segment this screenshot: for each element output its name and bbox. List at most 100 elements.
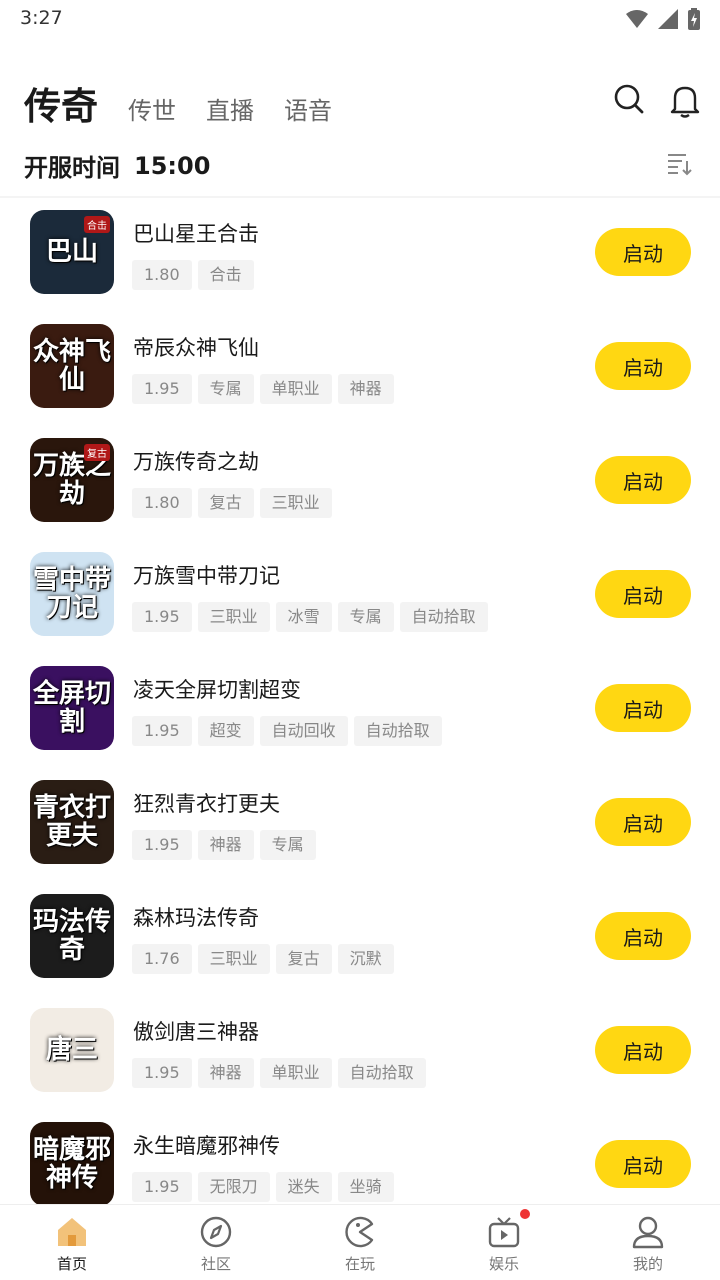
game-feature-tag: 沉默 bbox=[337, 944, 394, 974]
nav-item-community[interactable]: 社区 bbox=[144, 1205, 288, 1280]
game-version-tag: 1.76 bbox=[132, 944, 192, 974]
game-feature-tag: 单职业 bbox=[259, 1058, 332, 1088]
launch-button[interactable]: 启动 bbox=[595, 1026, 691, 1074]
launch-button[interactable]: 启动 bbox=[595, 798, 691, 846]
game-version-tag: 1.80 bbox=[132, 260, 192, 290]
game-list: 巴山 合击 巴山星王合击 1.80 合击 启动 众神飞仙 帝辰众神飞仙 1.95 专属 单职业 神器启… bbox=[0, 198, 720, 1204]
game-title: 万族传奇之劫 bbox=[133, 450, 259, 474]
game-feature-tag: 冰雪 bbox=[275, 602, 332, 632]
game-feature-tag: 坐骑 bbox=[337, 1172, 394, 1202]
game-feature-tag: 三职业 bbox=[197, 944, 270, 974]
nav-item-entertainment[interactable]: 娱乐 bbox=[432, 1205, 576, 1280]
game-title: 万族雪中带刀记 bbox=[133, 564, 280, 588]
nav-label-home: 首页 bbox=[56, 1255, 87, 1273]
launch-button[interactable]: 启动 bbox=[595, 228, 691, 276]
game-icon[interactable]: 全屏切割 bbox=[30, 666, 114, 750]
nav-item-home[interactable]: 首页 bbox=[0, 1205, 144, 1280]
game-title: 帝辰众神飞仙 bbox=[133, 336, 259, 360]
sort-icon[interactable] bbox=[666, 152, 692, 176]
wifi-icon bbox=[626, 10, 648, 28]
game-feature-tag: 复古 bbox=[275, 944, 332, 974]
launch-button[interactable]: 启动 bbox=[595, 570, 691, 618]
game-icon[interactable]: 巴山 合击 bbox=[30, 210, 114, 294]
game-list-item[interactable]: 青衣打更夫 狂烈青衣打更夫 1.95 神器 专属 启动 bbox=[0, 768, 720, 882]
nav-label-community: 社区 bbox=[200, 1255, 231, 1273]
launch-button[interactable]: 启动 bbox=[595, 912, 691, 960]
game-version-tag: 1.95 bbox=[132, 1058, 192, 1088]
game-icon[interactable]: 青衣打更夫 bbox=[30, 780, 114, 864]
launch-button[interactable]: 启动 bbox=[595, 1140, 691, 1188]
game-title: 森林玛法传奇 bbox=[133, 906, 259, 930]
game-feature-tag: 迷失 bbox=[275, 1172, 332, 1202]
game-tags: 1.95 神器 专属 bbox=[132, 830, 316, 860]
game-list-item[interactable]: 万族之劫 复古 万族传奇之劫 1.80 复古 三职业 启动 bbox=[0, 426, 720, 540]
game-icon-artwork: 众神飞仙 bbox=[32, 337, 111, 395]
game-feature-tag: 复古 bbox=[197, 488, 254, 518]
game-version-tag: 1.95 bbox=[132, 374, 192, 404]
tab-chuanqi[interactable]: 传奇 bbox=[24, 76, 98, 130]
game-list-item[interactable]: 玛法传奇 森林玛法传奇 1.76 三职业 复古 沉默 启动 bbox=[0, 882, 720, 996]
game-icon-artwork: 暗魔邪神传 bbox=[32, 1135, 111, 1193]
app-screen: 3:27 传奇 传世 直播 语音 开服时间 15:00 巴山 合击 巴山星王合击… bbox=[0, 0, 720, 1280]
game-feature-tag: 无限刀 bbox=[197, 1172, 270, 1202]
game-icon[interactable]: 万族之劫 复古 bbox=[30, 438, 114, 522]
status-bar: 3:27 bbox=[0, 0, 720, 36]
launch-button[interactable]: 启动 bbox=[595, 684, 691, 732]
game-tags: 1.80 合击 bbox=[132, 260, 254, 290]
game-tags: 1.95 无限刀 迷失 坐骑 bbox=[132, 1172, 394, 1202]
gamepad-icon bbox=[345, 1216, 374, 1248]
game-icon[interactable]: 众神飞仙 bbox=[30, 324, 114, 408]
launch-button[interactable]: 启动 bbox=[595, 456, 691, 504]
game-feature-tag: 专属 bbox=[197, 374, 254, 404]
tab-voice[interactable]: 语音 bbox=[284, 91, 332, 126]
game-feature-tag: 合击 bbox=[197, 260, 254, 290]
compass-icon bbox=[200, 1216, 232, 1248]
game-version-tag: 1.95 bbox=[132, 830, 192, 860]
game-icon-artwork: 青衣打更夫 bbox=[32, 793, 111, 851]
game-title: 永生暗魔邪神传 bbox=[133, 1134, 280, 1158]
game-feature-tag: 专属 bbox=[337, 602, 394, 632]
game-feature-tag: 自动回收 bbox=[259, 716, 348, 746]
status-icons bbox=[626, 8, 700, 30]
launch-button[interactable]: 启动 bbox=[595, 342, 691, 390]
game-tags: 1.95 神器 单职业 自动拾取 bbox=[132, 1058, 426, 1088]
bell-icon[interactable] bbox=[670, 84, 700, 118]
nav-item-playing[interactable]: 在玩 bbox=[288, 1205, 432, 1280]
tab-live[interactable]: 直播 bbox=[206, 91, 254, 126]
game-icon-artwork: 唐三 bbox=[45, 1035, 98, 1065]
game-version-tag: 1.95 bbox=[132, 716, 192, 746]
game-icon-artwork: 玛法传奇 bbox=[32, 907, 111, 965]
notification-badge bbox=[518, 1207, 532, 1221]
tv-icon bbox=[488, 1217, 520, 1248]
game-version-tag: 1.95 bbox=[132, 1172, 192, 1202]
search-icon[interactable] bbox=[614, 84, 644, 116]
game-title: 巴山星王合击 bbox=[133, 222, 259, 246]
game-icon-artwork: 全屏切割 bbox=[32, 679, 111, 737]
nav-item-me[interactable]: 我的 bbox=[576, 1205, 720, 1280]
game-feature-tag: 三职业 bbox=[259, 488, 332, 518]
game-title: 凌天全屏切割超变 bbox=[133, 678, 301, 702]
game-icon-tag: 合击 bbox=[84, 216, 110, 233]
game-version-tag: 1.95 bbox=[132, 602, 192, 632]
game-icon[interactable]: 玛法传奇 bbox=[30, 894, 114, 978]
game-icon[interactable]: 雪中带刀记 bbox=[30, 552, 114, 636]
game-list-item[interactable]: 唐三 傲剑唐三神器 1.95 神器 单职业 自动拾取 启动 bbox=[0, 996, 720, 1110]
nav-label-me: 我的 bbox=[632, 1255, 663, 1273]
game-list-item[interactable]: 暗魔邪神传 永生暗魔邪神传 1.95 无限刀 迷失 坐骑 启动 bbox=[0, 1110, 720, 1204]
game-title: 傲剑唐三神器 bbox=[133, 1020, 259, 1044]
game-list-item[interactable]: 众神飞仙 帝辰众神飞仙 1.95 专属 单职业 神器 启动 bbox=[0, 312, 720, 426]
game-list-item[interactable]: 全屏切割 凌天全屏切割超变 1.95 超变 自动回收 自动拾取 启动 bbox=[0, 654, 720, 768]
game-version-tag: 1.80 bbox=[132, 488, 192, 518]
game-feature-tag: 自动拾取 bbox=[337, 1058, 426, 1088]
open-time-value: 15:00 bbox=[134, 151, 211, 180]
game-list-item[interactable]: 雪中带刀记 万族雪中带刀记 1.95 三职业 冰雪 专属 自动拾取 启动 bbox=[0, 540, 720, 654]
game-icon[interactable]: 唐三 bbox=[30, 1008, 114, 1092]
game-feature-tag: 专属 bbox=[259, 830, 316, 860]
game-icon-tag: 复古 bbox=[84, 444, 110, 461]
tab-chuanshi[interactable]: 传世 bbox=[128, 91, 176, 126]
open-server-time: 开服时间 15:00 bbox=[24, 148, 210, 183]
nav-label-entertainment: 娱乐 bbox=[488, 1255, 519, 1273]
game-list-item[interactable]: 巴山 合击 巴山星王合击 1.80 合击 启动 bbox=[0, 198, 720, 312]
game-icon[interactable]: 暗魔邪神传 bbox=[30, 1122, 114, 1204]
game-feature-tag: 神器 bbox=[197, 1058, 254, 1088]
